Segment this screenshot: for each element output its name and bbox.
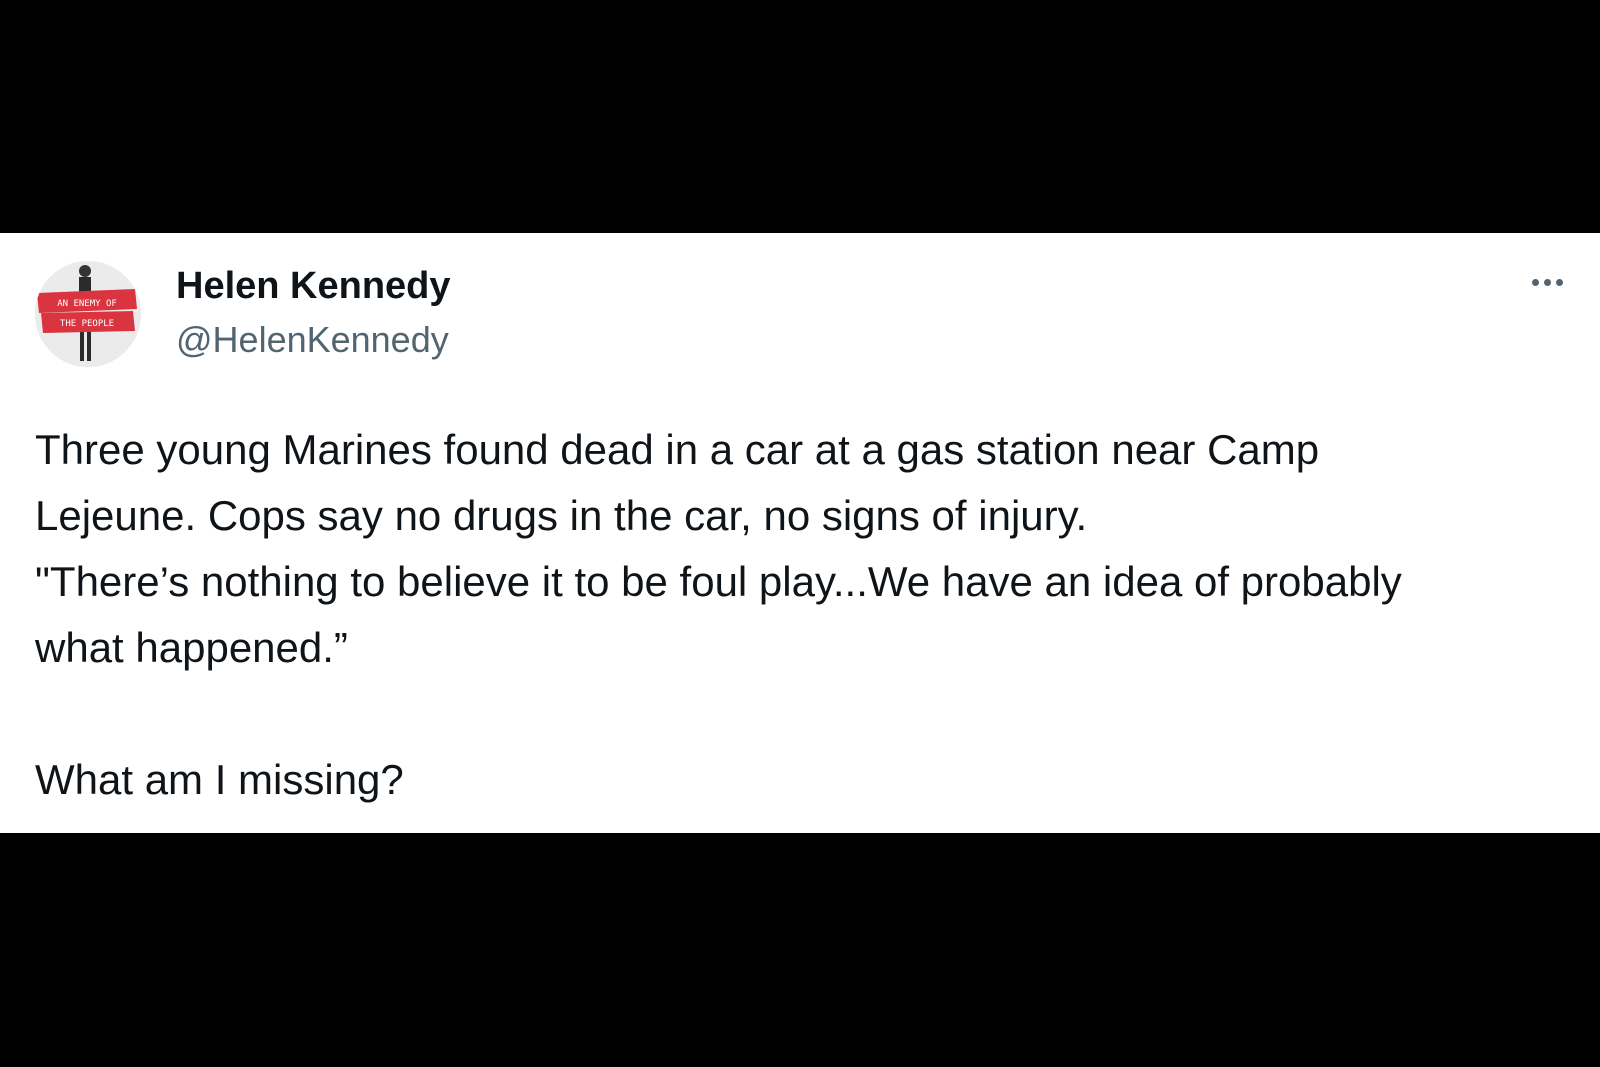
tweet-text-line: Lejeune. Cops say no drugs in the car, n… [35,492,1088,539]
more-options-icon-dot [1543,278,1551,286]
more-options-icon-dot [1555,278,1563,286]
tweet-closing-line: What am I missing? [35,756,404,803]
svg-text:AN ENEMY OF: AN ENEMY OF [57,299,117,309]
more-options-button[interactable] [1524,269,1570,295]
svg-text:THE PEOPLE: THE PEOPLE [60,319,114,329]
tweet-text-line: "There’s nothing to believe it to be fou… [35,558,1402,605]
person-holding-sign-avatar-icon: AN ENEMY OF THE PEOPLE [35,261,141,367]
tweet-text-line: Three young Marines found dead in a car … [35,426,1320,473]
more-options-icon-dot [1531,278,1539,286]
author-handle[interactable]: @HelenKennedy [176,319,449,361]
author-name[interactable]: Helen Kennedy [176,265,451,308]
tweet-card: AN ENEMY OF THE PEOPLE Helen Kennedy @He… [0,233,1600,833]
author-avatar[interactable]: AN ENEMY OF THE PEOPLE [35,261,141,367]
tweet-text-line: what happened.” [35,624,348,671]
tweet-text: Three young Marines found dead in a car … [35,417,1575,813]
screenshot-frame: AN ENEMY OF THE PEOPLE Helen Kennedy @He… [0,0,1600,1067]
